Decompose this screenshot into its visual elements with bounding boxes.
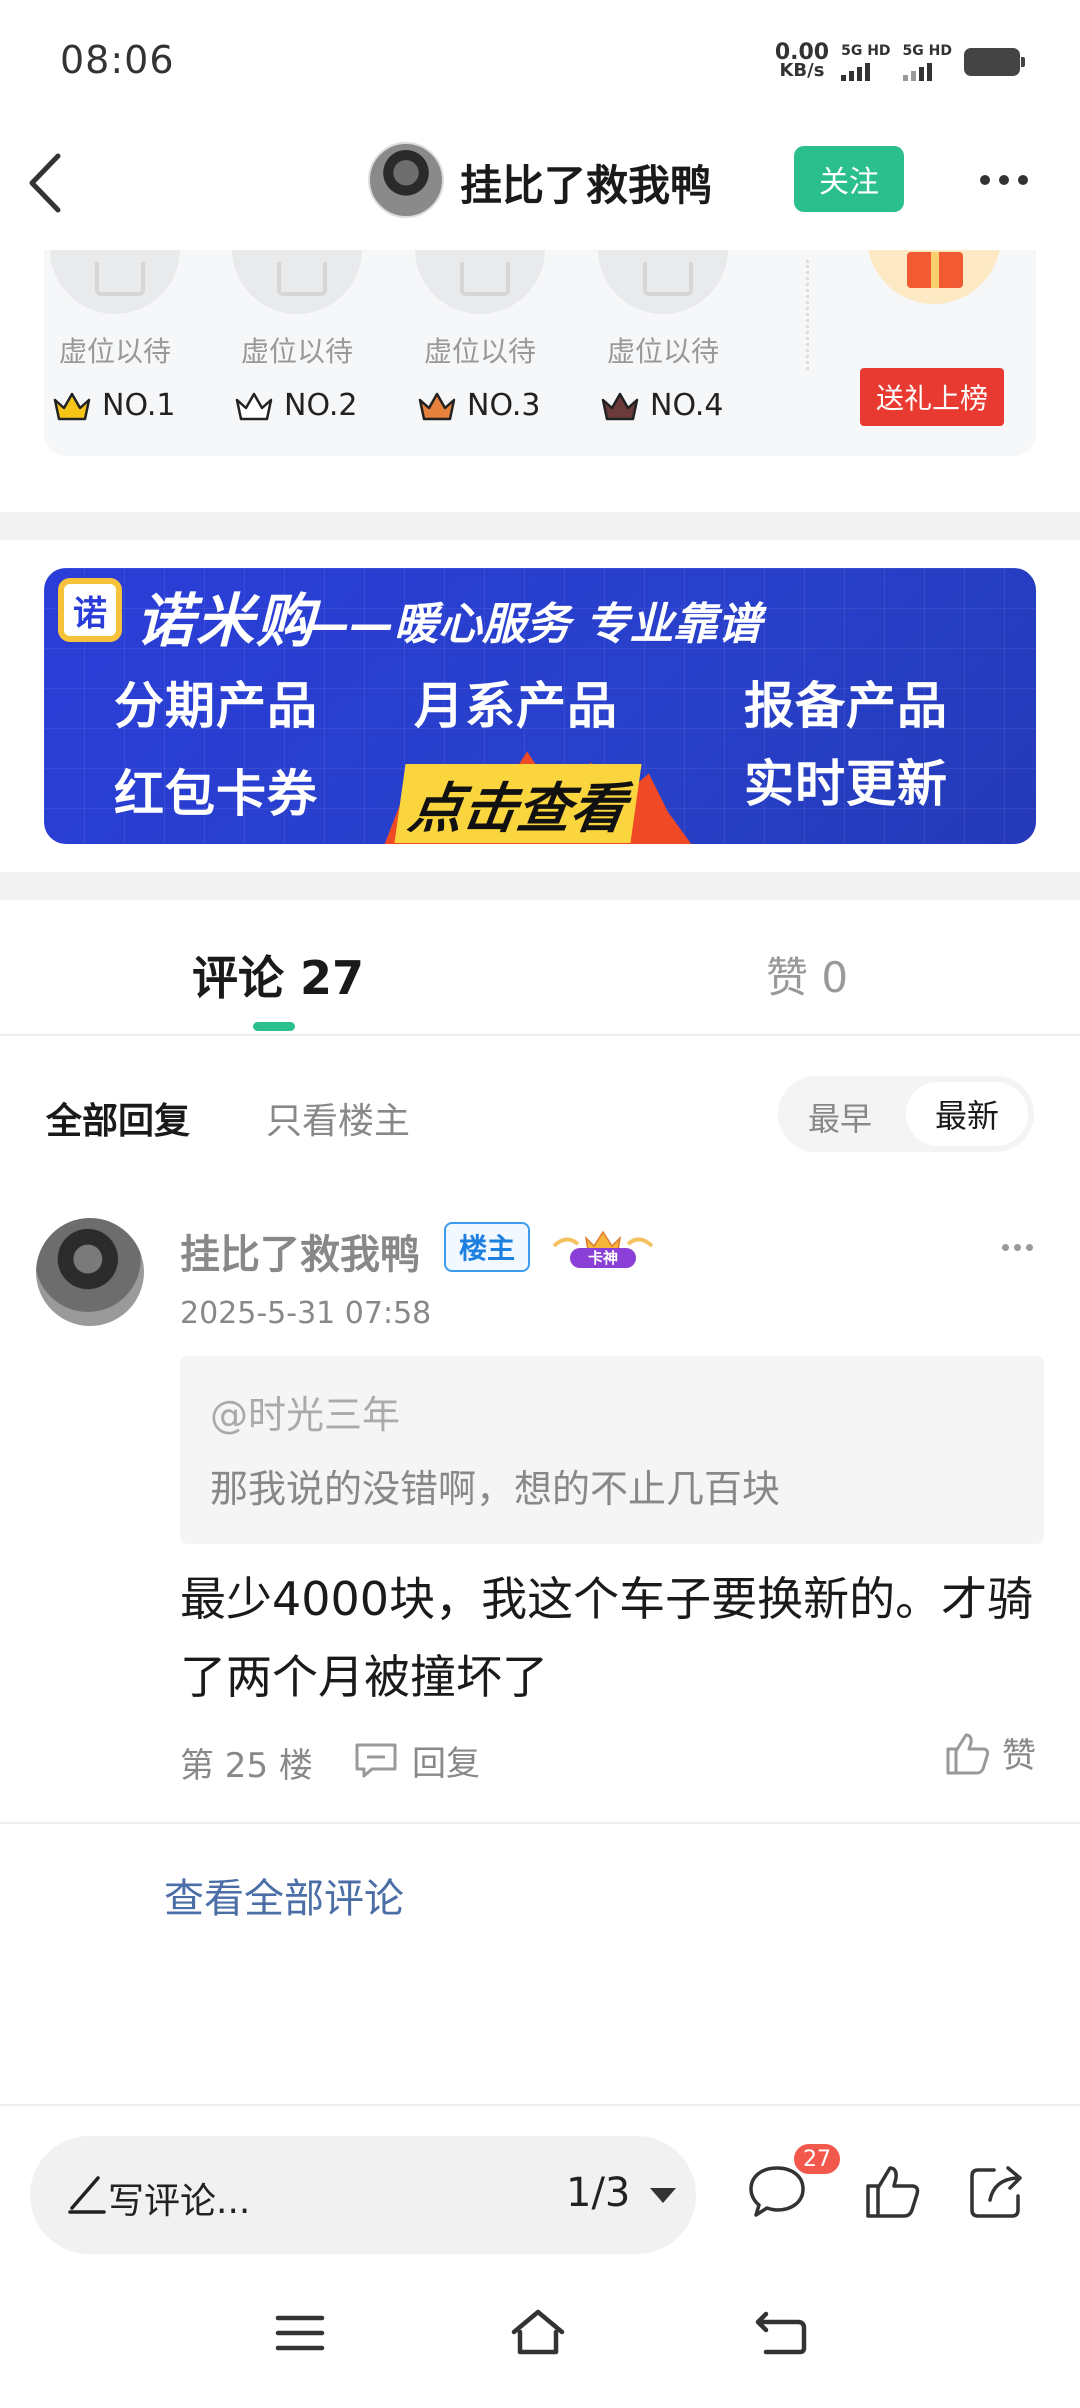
- rank-slot[interactable]: 虚位以待 NO.2: [226, 250, 366, 456]
- banner-item: 实时更新: [744, 755, 948, 813]
- bottom-action-bar: 写评论... 1/3 27: [0, 2104, 1080, 2262]
- comment-count-badge: 27: [792, 2142, 842, 2176]
- gift-icon[interactable]: [867, 250, 1001, 304]
- send-gift-button[interactable]: 送礼上榜: [860, 368, 1004, 426]
- floor-number: 第 25 楼: [180, 1746, 313, 1786]
- follow-button[interactable]: 关注: [794, 146, 904, 212]
- rank-slot-label: 虚位以待: [423, 335, 536, 368]
- empty-seat-icon: [415, 250, 545, 314]
- comment-tabs: 评论 27 赞 0: [0, 900, 1080, 1036]
- system-navigation-bar: [0, 2262, 1080, 2408]
- sort-earliest[interactable]: 最早: [808, 1094, 872, 1140]
- quoted-text: 那我说的没错啊，想的不止几百块: [210, 1467, 781, 1511]
- author-name[interactable]: 挂比了救我鸭: [460, 152, 712, 213]
- back-button[interactable]: [22, 148, 72, 218]
- rank-position: NO.2: [234, 388, 357, 423]
- status-indicators: 0.00 KB/s 5G HD 5G HD: [774, 40, 1025, 82]
- section-divider: [0, 872, 1080, 900]
- rank-slot-label: 虚位以待: [58, 335, 171, 368]
- rank-position: NO.1: [52, 388, 175, 423]
- status-bar: 08:06 0.00 KB/s 5G HD 5G HD: [0, 0, 1080, 120]
- crown-dark-icon: [601, 392, 639, 420]
- banner-item: 红包卡券: [114, 765, 318, 823]
- card-god-badge: 卡神: [548, 1224, 658, 1272]
- battery-icon: [964, 48, 1025, 76]
- divider: [0, 1822, 1080, 1824]
- badge-crown-icon: 卡神: [552, 1230, 654, 1268]
- quoted-reply[interactable]: @时光三年 那我说的没错啊，想的不止几百块: [180, 1356, 1044, 1544]
- rank-position: NO.4: [600, 388, 723, 423]
- comment-body: 最少4000块，我这个车子要换新的。才骑了两个月被撞坏了: [180, 1572, 1034, 1704]
- banner-item: 分期产品: [114, 677, 318, 735]
- section-divider: [0, 512, 1080, 540]
- thumbs-up-icon: [946, 1733, 990, 1774]
- tab-comments[interactable]: 评论 27: [192, 942, 364, 1008]
- empty-seat-icon: [232, 250, 362, 314]
- sim2-signal-icon: 5G HD: [902, 44, 952, 81]
- banner-cta[interactable]: 点击查看: [394, 764, 642, 843]
- banner-slogan: ——暖心服务 专业靠谱: [306, 599, 762, 650]
- view-all-comments-link[interactable]: 查看全部评论: [164, 1866, 404, 1924]
- sort-toggle: 最早 最新: [778, 1076, 1034, 1152]
- banner-item: 月系产品: [414, 677, 618, 735]
- gift-rank-card: 虚位以待 NO.1 虚位以待 NO.2 虚位以待 NO.3 虚位以待 NO.4 …: [44, 250, 1036, 456]
- chevron-left-icon: [29, 153, 61, 213]
- page-indicator[interactable]: 1/3: [566, 2170, 630, 2216]
- sim1-signal-icon: 5G HD: [841, 44, 891, 81]
- active-tab-indicator: [253, 1022, 295, 1031]
- share-icon[interactable]: [966, 2160, 1028, 2222]
- rank-slot-label: 虚位以待: [606, 335, 719, 368]
- rank-slot-label: 虚位以待: [240, 335, 353, 368]
- rank-slot[interactable]: 虚位以待 NO.4: [592, 250, 732, 456]
- tab-likes[interactable]: 赞 0: [766, 944, 848, 1005]
- quoted-user[interactable]: @时光三年: [210, 1384, 400, 1439]
- rank-slot[interactable]: 虚位以待 NO.1: [44, 250, 184, 456]
- crown-silver-icon: [235, 392, 273, 420]
- caret-down-icon[interactable]: [650, 2188, 676, 2203]
- ad-banner[interactable]: 诺 诺米购 ——暖心服务 专业靠谱 分期产品 月系产品 报备产品 红包卡券 实时…: [44, 568, 1036, 844]
- pen-icon: [68, 2176, 106, 2214]
- like-button[interactable]: 赞: [944, 1728, 1036, 1777]
- comment-input[interactable]: 写评论... 1/3: [30, 2136, 696, 2254]
- reply-button[interactable]: 回复: [352, 1736, 480, 1785]
- op-badge: 楼主: [444, 1222, 530, 1272]
- svg-text:卡神: 卡神: [588, 1249, 618, 1267]
- banner-item: 报备产品: [744, 677, 948, 735]
- filter-all-replies[interactable]: 全部回复: [46, 1092, 190, 1144]
- comment-placeholder: 写评论...: [108, 2181, 251, 2222]
- comment-time: 2025-5-31 07:58: [180, 1296, 432, 1331]
- back-nav-icon[interactable]: [752, 2308, 812, 2358]
- crown-gold-icon: [53, 392, 91, 420]
- more-options-icon[interactable]: [980, 170, 1036, 190]
- banner-brand: 诺米购: [136, 587, 317, 655]
- thumbs-up-icon[interactable]: [862, 2160, 924, 2222]
- rank-divider: [806, 260, 809, 370]
- empty-seat-icon: [50, 250, 180, 314]
- rank-position: NO.3: [417, 388, 540, 423]
- sort-newest[interactable]: 最新: [906, 1082, 1028, 1146]
- home-icon[interactable]: [508, 2308, 568, 2358]
- reply-icon: [355, 1743, 397, 1777]
- post-header: 挂比了救我鸭 关注: [0, 120, 1080, 250]
- avatar[interactable]: [36, 1218, 144, 1326]
- crown-bronze-icon: [418, 392, 456, 420]
- comment-author[interactable]: 挂比了救我鸭: [180, 1222, 420, 1280]
- comment-more-icon[interactable]: [1002, 1244, 1033, 1251]
- rank-slot[interactable]: 虚位以待 NO.3: [409, 250, 549, 456]
- network-speed: 0.00 KB/s: [774, 40, 830, 81]
- empty-seat-icon: [598, 250, 728, 314]
- filter-op-only[interactable]: 只看楼主: [266, 1092, 410, 1144]
- menu-icon[interactable]: [270, 2308, 330, 2358]
- author-avatar[interactable]: [368, 142, 444, 218]
- brand-logo: 诺: [58, 578, 122, 642]
- status-time: 08:06: [60, 38, 175, 82]
